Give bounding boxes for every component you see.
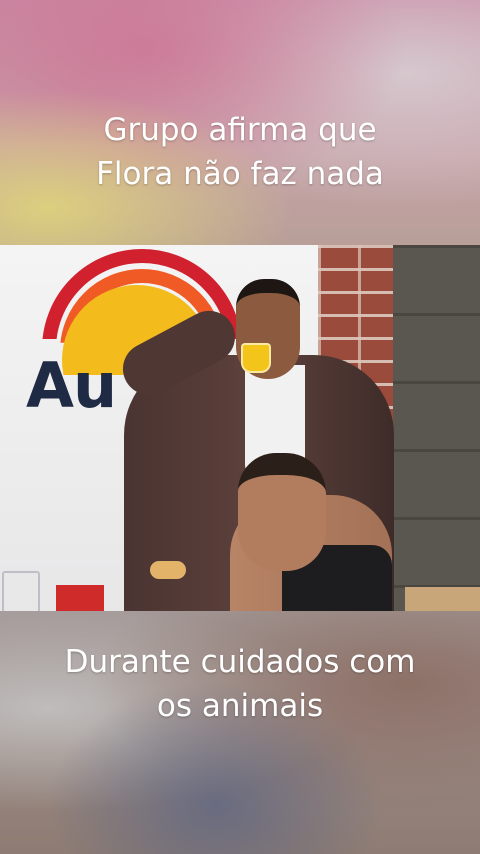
sandwich [150,561,186,579]
caption-top-line1: Grupo afirma que [103,112,377,148]
caption-top: Grupo afirma que Flora não faz nada [0,108,480,196]
caption-top-line2: Flora não faz nada [96,156,384,192]
caption-bottom-line2: os animais [156,688,324,724]
logo-text: Au [26,349,117,422]
caption-bottom: Durante cuidados com os animais [0,640,480,728]
seated-person-head [238,453,326,571]
caption-bottom-line1: Durante cuidados com [64,644,416,680]
juice-glass [241,343,271,373]
video-frame[interactable]: Au [0,245,480,611]
glasses [2,571,40,611]
table [405,587,480,611]
red-box [56,585,104,611]
wood-wall [393,245,480,611]
